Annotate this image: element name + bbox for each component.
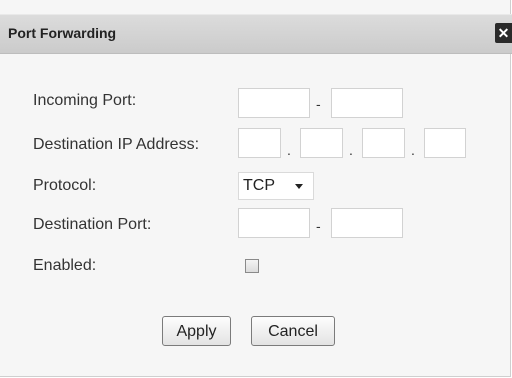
- apply-button[interactable]: Apply: [162, 316, 231, 346]
- incoming-port-to-input[interactable]: [331, 88, 403, 118]
- destination-ip-octet-1-input[interactable]: [238, 128, 281, 158]
- protocol-selected-value: TCP: [243, 177, 275, 194]
- chevron-down-icon: [295, 184, 303, 189]
- protocol-select[interactable]: TCP: [238, 172, 314, 200]
- ip-dot-2: .: [349, 142, 353, 158]
- destination-port-label: Destination Port:: [33, 216, 152, 233]
- incoming-port-separator: -: [316, 96, 321, 112]
- destination-port-separator: -: [316, 218, 321, 234]
- incoming-port-label: Incoming Port:: [33, 92, 137, 109]
- destination-ip-octet-3-input[interactable]: [362, 128, 405, 158]
- protocol-label: Protocol:: [33, 177, 97, 194]
- cancel-button[interactable]: Cancel: [251, 316, 335, 346]
- incoming-port-from-input[interactable]: [238, 88, 310, 118]
- ip-dot-3: .: [411, 142, 415, 158]
- destination-port-from-input[interactable]: [238, 208, 310, 238]
- dialog-titlebar: Port Forwarding ✕: [0, 14, 512, 54]
- port-forwarding-dialog: Port Forwarding ✕ Incoming Port: - Desti…: [0, 0, 512, 377]
- dialog-title: Port Forwarding: [8, 25, 117, 41]
- destination-ip-octet-2-input[interactable]: [300, 128, 343, 158]
- destination-ip-octet-4-input[interactable]: [424, 128, 466, 158]
- close-icon[interactable]: ✕: [495, 23, 512, 43]
- destination-ip-label: Destination IP Address:: [33, 136, 200, 153]
- enabled-label: Enabled:: [33, 257, 97, 274]
- destination-port-to-input[interactable]: [331, 208, 403, 238]
- ip-dot-1: .: [287, 142, 291, 158]
- enabled-checkbox[interactable]: [245, 259, 259, 273]
